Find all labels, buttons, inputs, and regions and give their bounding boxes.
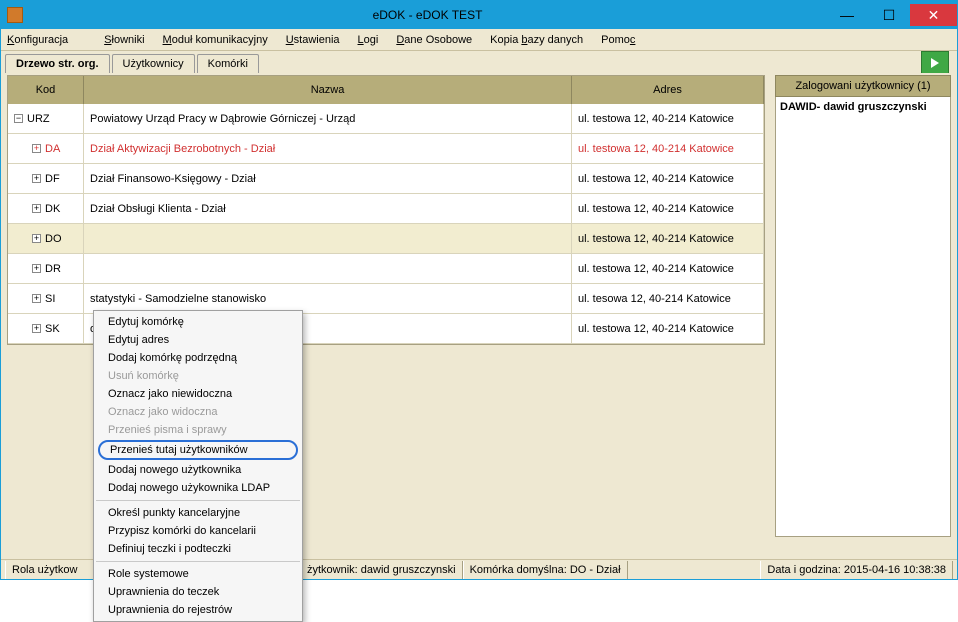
status-rola: Rola użytkow <box>5 561 95 579</box>
ctx-oznacz-niewidoczna[interactable]: Oznacz jako niewidoczna <box>94 385 302 403</box>
maximize-button[interactable]: ☐ <box>868 4 910 26</box>
ctx-dodaj-uzytkownika-ldap[interactable]: Dodaj nowego użykownika LDAP <box>94 479 302 497</box>
row-adres: ul. testowa 12, 40-214 Katowice <box>572 224 764 253</box>
row-adres: ul. testowa 12, 40-214 Katowice <box>572 164 764 193</box>
tree-toggle-icon[interactable]: + <box>32 264 41 273</box>
table-row[interactable]: + DA Dział Aktywizacji Bezrobotnych - Dzia… <box>8 134 764 164</box>
logged-users-list: DAWID- dawid gruszczynski <box>775 97 951 537</box>
tabbar: Drzewo str. org. Użytkownicy Komórki <box>1 51 957 73</box>
table-row[interactable]: + DK Dział Obsługi Klienta - Działul. test… <box>8 194 764 224</box>
menu-konfiguracja[interactable]: Konfiguracja <box>7 34 86 46</box>
window-title: eDOK - eDOK TEST <box>29 8 826 22</box>
row-adres: ul. testowa 12, 40-214 Katowice <box>572 104 764 133</box>
row-adres: ul. testowa 12, 40-214 Katowice <box>572 314 764 343</box>
header-kod[interactable]: Kod <box>8 76 84 104</box>
row-nazwa: Dział Aktywizacji Bezrobotnych - Dział <box>84 134 572 163</box>
tree-toggle-icon[interactable]: − <box>14 114 23 123</box>
row-nazwa <box>84 224 572 253</box>
tab-komorki[interactable]: Komórki <box>197 54 259 73</box>
minimize-button[interactable]: — <box>826 4 868 26</box>
row-kod: DA <box>45 143 60 155</box>
tree-toggle-icon[interactable]: + <box>32 234 41 243</box>
menu-pomoc[interactable]: Pomoc <box>601 34 635 46</box>
table-row[interactable]: + DO ul. testowa 12, 40-214 Katowice <box>8 224 764 254</box>
tree-toggle-icon[interactable]: + <box>32 144 41 153</box>
tree-toggle-icon[interactable]: + <box>32 174 41 183</box>
row-adres: ul. testowa 12, 40-214 Katowice <box>572 134 764 163</box>
logged-users-header: Zalogowani użytkownicy (1) <box>775 75 951 97</box>
menu-logi[interactable]: Logi <box>358 34 379 46</box>
status-komorka: Komórka domyślna: DO - Dział <box>463 561 628 579</box>
menu-modul[interactable]: Moduł komunikacyjny <box>163 34 268 46</box>
row-kod: DF <box>45 173 60 185</box>
tree-toggle-icon[interactable]: + <box>32 294 41 303</box>
titlebar: eDOK - eDOK TEST — ☐ ✕ <box>1 1 957 29</box>
menu-kopia[interactable]: Kopia bazy danych <box>490 34 583 46</box>
grid-header: Kod Nazwa Adres <box>8 76 764 104</box>
row-nazwa: statystyki - Samodzielne stanowisko <box>84 284 572 313</box>
ctx-dodaj-podrzedna[interactable]: Dodaj komórkę podrzędną <box>94 349 302 367</box>
ctx-role-systemowe[interactable]: Role systemowe <box>94 565 302 583</box>
status-uzytkownik: żytkownik: dawid gruszczynski <box>300 561 463 579</box>
row-nazwa <box>84 254 572 283</box>
row-adres: ul. testowa 12, 40-214 Katowice <box>572 194 764 223</box>
tab-drzewo[interactable]: Drzewo str. org. <box>5 54 110 73</box>
org-grid: Kod Nazwa Adres −URZ Powiatowy Urząd Prac… <box>7 75 765 345</box>
ctx-przenies-uzytkownikow[interactable]: Przenieś tutaj użytkowników <box>98 440 298 460</box>
tree-toggle-icon[interactable]: + <box>32 204 41 213</box>
tree-toggle-icon[interactable]: + <box>32 324 41 333</box>
row-kod: SK <box>45 323 60 335</box>
tab-uzytkownicy[interactable]: Użytkownicy <box>112 54 195 73</box>
row-nazwa: Dział Obsługi Klienta - Dział <box>84 194 572 223</box>
app-icon <box>7 7 23 23</box>
header-adres[interactable]: Adres <box>572 76 764 104</box>
header-nazwa[interactable]: Nazwa <box>84 76 572 104</box>
ctx-punkty-kancelaryjne[interactable]: Określ punkty kancelaryjne <box>94 504 302 522</box>
table-row[interactable]: + DF Dział Finansowo-Księgowy - Działul. t… <box>8 164 764 194</box>
exit-icon[interactable] <box>921 51 949 75</box>
row-kod: DR <box>45 263 61 275</box>
ctx-uprawnienia-teczek[interactable]: Uprawnienia do teczek <box>94 583 302 601</box>
menu-slowniki[interactable]: Słowniki <box>104 34 144 46</box>
ctx-edytuj-komorke[interactable]: Edytuj komórkę <box>94 313 302 331</box>
menu-dane[interactable]: Dane Osobowe <box>396 34 472 46</box>
ctx-oznacz-widoczna: Oznacz jako widoczna <box>94 403 302 421</box>
row-adres: ul. testowa 12, 40-214 Katowice <box>572 254 764 283</box>
menu-ustawienia[interactable]: Ustawienia <box>286 34 340 46</box>
ctx-przypisz-komorki[interactable]: Przypisz komórki do kancelarii <box>94 522 302 540</box>
row-kod: URZ <box>27 113 50 125</box>
ctx-uprawnienia-rejestrow[interactable]: Uprawnienia do rejestrów <box>94 601 302 619</box>
row-nazwa: Dział Finansowo-Księgowy - Dział <box>84 164 572 193</box>
ctx-usun-komorke: Usuń komórkę <box>94 367 302 385</box>
row-kod: DK <box>45 203 60 215</box>
ctx-dodaj-uzytkownika[interactable]: Dodaj nowego użytkownika <box>94 461 302 479</box>
row-adres: ul. tesowa 12, 40-214 Katowice <box>572 284 764 313</box>
close-button[interactable]: ✕ <box>910 4 957 26</box>
row-kod: SI <box>45 293 55 305</box>
ctx-przenies-pisma: Przenieś pisma i sprawy <box>94 421 302 439</box>
row-kod: DO <box>45 233 62 245</box>
table-row[interactable]: + DR ul. testowa 12, 40-214 Katowice <box>8 254 764 284</box>
ctx-definiuj-teczki[interactable]: Definiuj teczki i podteczki <box>94 540 302 558</box>
menubar: Konfiguracja Słowniki Moduł komunikacyjn… <box>1 29 957 51</box>
logged-user-item[interactable]: DAWID- dawid gruszczynski <box>780 101 946 113</box>
table-row[interactable]: −URZ Powiatowy Urząd Pracy w Dąbrowie Gór… <box>8 104 764 134</box>
context-menu: Edytuj komórkę Edytuj adres Dodaj komórk… <box>93 310 303 622</box>
status-data: Data i godzina: 2015-04-16 10:38:38 <box>760 561 953 579</box>
row-nazwa: Powiatowy Urząd Pracy w Dąbrowie Górnicz… <box>84 104 572 133</box>
ctx-edytuj-adres[interactable]: Edytuj adres <box>94 331 302 349</box>
